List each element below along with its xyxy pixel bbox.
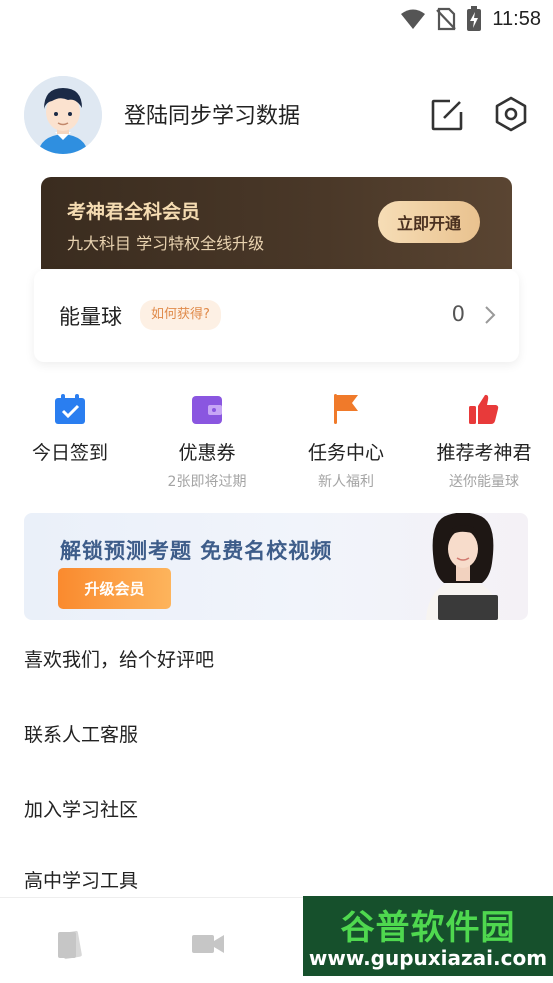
edit-icon[interactable] [430,98,464,132]
quick-action-sub: 新人福利 [318,474,374,490]
status-bar: 11:58 [0,0,553,40]
quick-action-tasks[interactable]: 任务中心 新人福利 [276,392,416,491]
quick-action-label: 推荐考神君 [436,442,532,464]
status-time: 11:58 [492,7,541,30]
watermark-logo: 谷普软件园 www.gupuxiazai.com [303,896,553,976]
promo-banner[interactable]: 解锁预测考题 免费名校视频 升级会员 [24,513,528,620]
vip-title: 考神君全科会员 [67,201,201,223]
no-sim-icon [436,7,457,31]
menu-item-study-tools[interactable]: 高中学习工具 [24,866,138,893]
chevron-right-icon [485,306,496,324]
quick-action-recommend[interactable]: 推荐考神君 送你能量球 [414,392,553,491]
vip-subtitle: 九大科目 学习特权全线升级 [67,234,265,253]
calendar-check-icon [55,394,85,424]
upgrade-vip-button[interactable]: 升级会员 [58,568,171,609]
quick-action-label: 任务中心 [307,442,384,464]
quick-action-label: 优惠券 [178,442,236,464]
energy-value: 0 [451,302,465,326]
user-avatar-icon[interactable] [24,76,102,154]
book-icon[interactable] [52,926,88,962]
energy-help-badge[interactable]: 如何获得? [140,300,221,330]
thumbs-up-icon [469,394,499,424]
quick-action-label: 今日签到 [31,442,108,464]
menu-item-customer-service[interactable]: 联系人工客服 [24,720,138,747]
login-sync-title[interactable]: 登陆同步学习数据 [124,98,300,130]
battery-charging-icon [467,6,482,31]
open-vip-button[interactable]: 立即开通 [378,201,480,243]
energy-ball-card[interactable]: 能量球 如何获得? 0 [34,270,519,362]
wallet-icon [192,396,222,424]
teacher-illustration [426,513,500,620]
wifi-icon [401,9,426,29]
quick-actions: 今日签到 优惠券 2张即将过期 任务中心 新人福利 推荐考神君 送你能量球 [0,392,553,492]
watermark-url: www.gupuxiazai.com [308,946,548,970]
watermark-title: 谷普软件园 [340,908,516,948]
menu-item-join-community[interactable]: 加入学习社区 [24,795,138,822]
quick-action-sub: 送你能量球 [449,474,519,490]
quick-action-checkin[interactable]: 今日签到 [0,392,140,471]
energy-label: 能量球 [59,305,122,329]
promo-title: 解锁预测考题 免费名校视频 [60,539,333,563]
quick-action-sub: 2张即将过期 [167,474,247,490]
video-icon[interactable] [190,926,226,962]
settings-icon[interactable] [494,96,528,132]
profile-header: 登陆同步学习数据 [24,76,534,156]
flag-icon [334,394,358,424]
vip-membership-card[interactable]: 考神君全科会员 九大科目 学习特权全线升级 立即开通 [41,177,512,269]
menu-item-rate-us[interactable]: 喜欢我们，给个好评吧 [24,645,214,672]
quick-action-coupons[interactable]: 优惠券 2张即将过期 [137,392,277,491]
